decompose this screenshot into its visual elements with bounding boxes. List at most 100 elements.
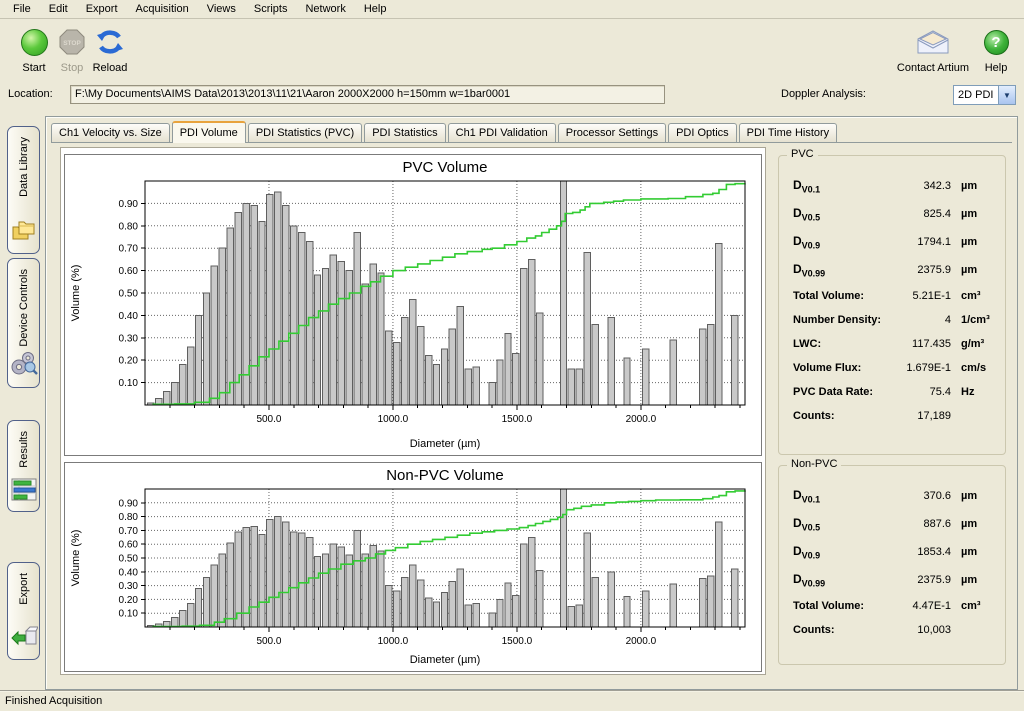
stat-row: DV0.992375.9µm	[793, 572, 999, 600]
svg-text:Volume (%): Volume (%)	[70, 265, 82, 322]
groupbox-pvc: PVCDV0.1342.3µmDV0.5825.4µmDV0.91794.1µm…	[778, 155, 1006, 455]
stat-label-d: DV0.99	[793, 262, 825, 276]
stat-unit: 1/cm³	[951, 314, 999, 326]
tab-pdi-time-history[interactable]: PDI Time History	[739, 123, 838, 142]
stat-label-d: DV0.9	[793, 544, 820, 558]
toolbar: Start STOP Stop Reload	[0, 20, 1024, 82]
groupbox-rows: DV0.1342.3µmDV0.5825.4µmDV0.91794.1µmDV0…	[793, 178, 999, 434]
stat-label: DV0.9	[793, 544, 887, 560]
svg-text:0.10: 0.10	[119, 378, 139, 389]
svg-text:1500.0: 1500.0	[502, 414, 533, 425]
tab-bar: Ch1 Velocity vs. SizePDI VolumePDI Stati…	[51, 121, 1012, 143]
stat-value: 1.679E-1	[887, 362, 951, 374]
stat-label: Number Density:	[793, 314, 887, 326]
stat-value: 4.47E-1	[887, 600, 951, 612]
svg-text:500.0: 500.0	[256, 414, 281, 425]
start-icon	[21, 29, 48, 56]
stat-value: 5.21E-1	[887, 290, 951, 302]
stat-row: Volume Flux:1.679E-1cm/s	[793, 362, 999, 386]
start-label: Start	[22, 62, 45, 74]
stat-row: LWC:117.435g/m³	[793, 338, 999, 362]
stat-label-d: DV0.9	[793, 234, 820, 248]
tab-pdi-optics[interactable]: PDI Optics	[668, 123, 737, 142]
stat-value: 2375.9	[887, 574, 951, 586]
menu-item-export[interactable]: Export	[77, 1, 127, 17]
menu-item-file[interactable]: File	[4, 1, 40, 17]
groupbox-non-pvc: Non-PVCDV0.1370.6µmDV0.5887.6µmDV0.91853…	[778, 465, 1006, 665]
stat-row: Counts:17,189	[793, 410, 999, 434]
tab-ch1-velocity-vs-size[interactable]: Ch1 Velocity vs. Size	[51, 123, 170, 142]
doppler-analysis-dropdown[interactable]: 2D PDI ▼	[953, 85, 1016, 105]
svg-text:0.40: 0.40	[119, 311, 139, 322]
groupbox-rows: DV0.1370.6µmDV0.5887.6µmDV0.91853.4µmDV0…	[793, 488, 999, 648]
sidebar-button-data-library[interactable]: Data Library	[7, 126, 40, 254]
stat-value: 825.4	[887, 208, 951, 220]
svg-text:500.0: 500.0	[256, 636, 281, 647]
sidebar-button-results[interactable]: Results	[7, 420, 40, 512]
status-text: Finished Acquisition	[5, 695, 102, 707]
stat-unit: µm	[951, 264, 999, 276]
stat-row: DV0.91794.1µm	[793, 234, 999, 262]
tab-ch1-pdi-validation[interactable]: Ch1 PDI Validation	[448, 123, 556, 142]
stat-value: 10,003	[887, 624, 951, 636]
tab-pdi-statistics[interactable]: PDI Statistics	[364, 123, 445, 142]
sidebar-button-label: Results	[18, 431, 30, 468]
tab-pdi-statistics-pvc-[interactable]: PDI Statistics (PVC)	[248, 123, 362, 142]
stat-value: 887.6	[887, 518, 951, 530]
menu-item-help[interactable]: Help	[355, 1, 396, 17]
svg-text:PVC Volume: PVC Volume	[402, 159, 487, 176]
menu-item-edit[interactable]: Edit	[40, 1, 77, 17]
export-arrow-icon	[10, 625, 38, 649]
chevron-down-icon[interactable]: ▼	[998, 86, 1015, 104]
stat-value: 17,189	[887, 410, 951, 422]
svg-text:0.60: 0.60	[119, 540, 139, 551]
menu-item-scripts[interactable]: Scripts	[245, 1, 297, 17]
svg-text:0.90: 0.90	[119, 199, 139, 210]
help-button[interactable]: ? Help	[978, 26, 1014, 74]
tab-processor-settings[interactable]: Processor Settings	[558, 123, 666, 142]
stat-label: DV0.99	[793, 262, 887, 278]
menu-item-acquisition[interactable]: Acquisition	[127, 1, 198, 17]
location-bar: Location: F:\My Documents\AIMS Data\2013…	[0, 84, 1024, 108]
sidebar-button-device-controls[interactable]: Device Controls	[7, 258, 40, 388]
menu-bar: FileEditExportAcquisitionViewsScriptsNet…	[0, 0, 1024, 19]
groupbox-title: Non-PVC	[787, 458, 841, 470]
contact-artium-button[interactable]: Contact Artium	[894, 26, 972, 74]
location-label: Location:	[8, 88, 53, 100]
stat-row: Total Volume:4.47E-1cm³	[793, 600, 999, 624]
svg-text:Volume (%): Volume (%)	[70, 530, 82, 587]
stop-icon: STOP	[58, 28, 86, 56]
stat-value: 4	[887, 314, 951, 326]
svg-text:2000.0: 2000.0	[626, 636, 657, 647]
sidebar-button-export[interactable]: Export	[7, 562, 40, 660]
stat-unit: µm	[951, 574, 999, 586]
menu-item-network[interactable]: Network	[296, 1, 354, 17]
pvc-volume-chart: 0.100.200.300.400.500.600.700.800.90500.…	[65, 155, 761, 455]
stat-value: 1794.1	[887, 236, 951, 248]
tab-pdi-volume[interactable]: PDI Volume	[172, 121, 246, 143]
stat-row: DV0.1370.6µm	[793, 488, 999, 516]
stat-row: DV0.5887.6µm	[793, 516, 999, 544]
svg-text:0.30: 0.30	[119, 581, 139, 592]
reload-button[interactable]: Reload	[84, 26, 136, 74]
svg-text:0.20: 0.20	[119, 595, 139, 606]
stat-unit: g/m³	[951, 338, 999, 350]
stat-label: DV0.1	[793, 488, 887, 504]
side-navigation-strip: Data Library Device Controls Results Export	[0, 116, 45, 690]
stat-value: 370.6	[887, 490, 951, 502]
pvc-volume-chart-panel: 0.100.200.300.400.500.600.700.800.90500.…	[64, 154, 762, 456]
stat-row: DV0.992375.9µm	[793, 262, 999, 290]
stat-unit: µm	[951, 180, 999, 192]
stat-unit: cm/s	[951, 362, 999, 374]
svg-text:STOP: STOP	[63, 40, 81, 47]
stat-unit: cm³	[951, 290, 999, 302]
reload-icon	[95, 28, 125, 56]
stat-label: DV0.99	[793, 572, 887, 588]
help-label: Help	[985, 62, 1008, 74]
stat-label-d: DV0.5	[793, 516, 820, 530]
location-path-field[interactable]: F:\My Documents\AIMS Data\2013\2013\11\2…	[70, 85, 665, 104]
contact-artium-label: Contact Artium	[897, 62, 969, 74]
svg-text:0.30: 0.30	[119, 333, 139, 344]
reload-label: Reload	[93, 62, 128, 74]
menu-item-views[interactable]: Views	[198, 1, 245, 17]
